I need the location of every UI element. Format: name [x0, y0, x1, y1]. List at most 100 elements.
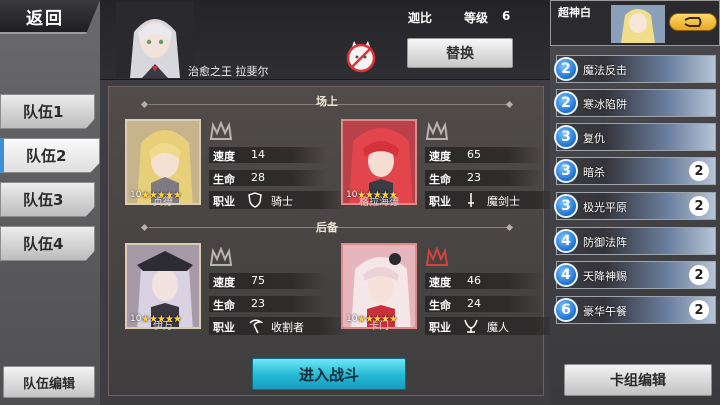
- onfield-section-label: 场上: [316, 95, 338, 108]
- job-label: 职业: [213, 321, 235, 334]
- deck-cover-art: [611, 5, 665, 43]
- speed-label: 速度: [213, 150, 235, 163]
- card-name: 寒冰陷阱: [583, 98, 627, 111]
- tab-team-3[interactable]: 队伍3: [0, 182, 95, 217]
- job-value: 魔人: [487, 321, 509, 334]
- hp-label: 生命: [213, 299, 235, 312]
- tab-team-2[interactable]: 队伍2: [0, 138, 100, 173]
- job-value: 魔剑士: [487, 195, 520, 208]
- character-name: 卡门: [369, 321, 389, 332]
- hp-value: 24: [467, 297, 481, 310]
- job-value: 骑士: [271, 195, 293, 208]
- rarity-crown-icon: [209, 121, 233, 140]
- card-count-badge: 2: [689, 196, 709, 216]
- level-label: 等级: [464, 11, 489, 25]
- job-label: 职业: [429, 321, 451, 334]
- card-cost: 6: [554, 298, 578, 322]
- deck-title: 超神白: [558, 6, 591, 19]
- job-row: 职业 骑士: [209, 191, 347, 209]
- leader-header: 治愈之王 拉斐尔 迦比 等级 6 替换: [100, 0, 550, 80]
- deck-header[interactable]: 超神白: [550, 0, 720, 46]
- speed-row: 速度 46: [425, 273, 543, 289]
- card-count-badge: 2: [689, 161, 709, 181]
- hp-label: 生命: [429, 299, 451, 312]
- card-name: 豪华午餐: [583, 305, 627, 318]
- card-cost: 3: [554, 125, 578, 149]
- reserve-section-label: 后备: [316, 221, 338, 234]
- deck-card[interactable]: 2 魔法反击: [554, 55, 716, 83]
- leader-portrait[interactable]: [116, 2, 194, 78]
- tab-team-1[interactable]: 队伍1: [0, 94, 95, 129]
- back-button[interactable]: 返回: [0, 0, 100, 34]
- card-cost: 2: [554, 57, 578, 81]
- deck-card[interactable]: 6 豪华午餐 2: [554, 296, 716, 324]
- return-arrow-icon: [684, 17, 702, 27]
- hp-row: 生命 23: [425, 170, 543, 186]
- deck-card[interactable]: 4 防御法阵: [554, 227, 716, 255]
- tab-team-3-label: 队伍3: [23, 191, 64, 209]
- speed-label: 速度: [429, 276, 451, 289]
- tab-team-2-label: 队伍2: [26, 147, 67, 165]
- speed-row: 速度 14: [209, 147, 327, 163]
- deck-card[interactable]: 2 寒冰陷阱: [554, 89, 716, 117]
- hp-row: 生命 28: [209, 170, 327, 186]
- rarity-crown-icon: [425, 247, 449, 266]
- tab-team-4[interactable]: 队伍4: [0, 226, 95, 261]
- hp-row: 生命 23: [209, 296, 327, 312]
- job-label: 职业: [429, 195, 451, 208]
- deck-card[interactable]: 4 天降神赐 2: [554, 261, 716, 289]
- rarity-crown-icon: [425, 121, 449, 140]
- replace-leader-label: 替换: [446, 46, 474, 62]
- team-panel: 治愈之王 拉斐尔 迦比 等级 6 替换 场上 10 ★★★★★ 贞德 速度 14…: [100, 0, 563, 405]
- tab-team-4-label: 队伍4: [23, 235, 64, 253]
- card-name: 天降神赐: [583, 270, 627, 283]
- speed-value: 46: [467, 274, 481, 287]
- lineup-panel: 场上 10 ★★★★★ 贞德 速度 14 生命 28 职业 骑士 10 ★★★★…: [108, 86, 563, 396]
- level-value: 6: [502, 9, 511, 23]
- card-count-badge: 2: [689, 300, 709, 320]
- speed-label: 速度: [429, 150, 451, 163]
- job-row: 职业 魔剑士: [425, 191, 563, 209]
- speed-value: 65: [467, 148, 481, 161]
- character-name: 贞德: [153, 197, 173, 208]
- knight-shield-icon: [248, 192, 262, 208]
- deck-edit-button[interactable]: 卡组编辑: [564, 364, 712, 396]
- card-name: 极光平原: [583, 201, 627, 214]
- demon-horns-icon: [464, 319, 478, 333]
- speed-value: 14: [251, 148, 265, 161]
- enter-battle-label: 进入战斗: [298, 365, 359, 384]
- card-cost: 4: [554, 263, 578, 287]
- card-cost: 4: [554, 229, 578, 253]
- deck-return-button[interactable]: [669, 13, 717, 31]
- enter-battle-button[interactable]: 进入战斗: [252, 358, 406, 390]
- character-name: 格拉海德: [359, 197, 399, 208]
- card-name: 暗杀: [583, 166, 605, 179]
- deck-card[interactable]: 3 暗杀 2: [554, 157, 716, 185]
- no-pet-icon[interactable]: [343, 38, 379, 74]
- tab-team-1-label: 队伍1: [23, 103, 64, 121]
- speed-label: 速度: [213, 276, 235, 289]
- hp-label: 生命: [429, 173, 451, 186]
- deck-card[interactable]: 3 复仇: [554, 123, 716, 151]
- hp-row: 生命 24: [425, 296, 543, 312]
- rarity-crown-icon: [209, 247, 233, 266]
- job-row: 职业 收割者: [209, 317, 347, 335]
- deck-card[interactable]: 3 极光平原 2: [554, 192, 716, 220]
- card-name: 防御法阵: [583, 236, 627, 249]
- hp-label: 生命: [213, 173, 235, 186]
- hp-value: 23: [467, 171, 481, 184]
- speed-value: 75: [251, 274, 265, 287]
- deck-edit-label: 卡组编辑: [610, 373, 666, 389]
- sword-icon: [468, 193, 474, 207]
- speed-row: 速度 75: [209, 273, 327, 289]
- character-name: 伊万: [153, 321, 173, 332]
- job-row: 职业 魔人: [425, 317, 563, 335]
- hp-value: 28: [251, 171, 265, 184]
- replace-leader-button[interactable]: 替换: [407, 38, 513, 68]
- leader-name: 治愈之王 拉斐尔: [188, 65, 269, 78]
- card-count-badge: 2: [689, 265, 709, 285]
- card-cost: 3: [554, 159, 578, 183]
- deck-sidebar: 超神白 2 魔法反击 2 寒冰陷阱 3 复仇 3 暗杀 2 3 极光平原 2 4…: [550, 0, 720, 405]
- card-name: 魔法反击: [583, 64, 627, 77]
- team-edit-button[interactable]: 队伍编辑: [3, 366, 95, 398]
